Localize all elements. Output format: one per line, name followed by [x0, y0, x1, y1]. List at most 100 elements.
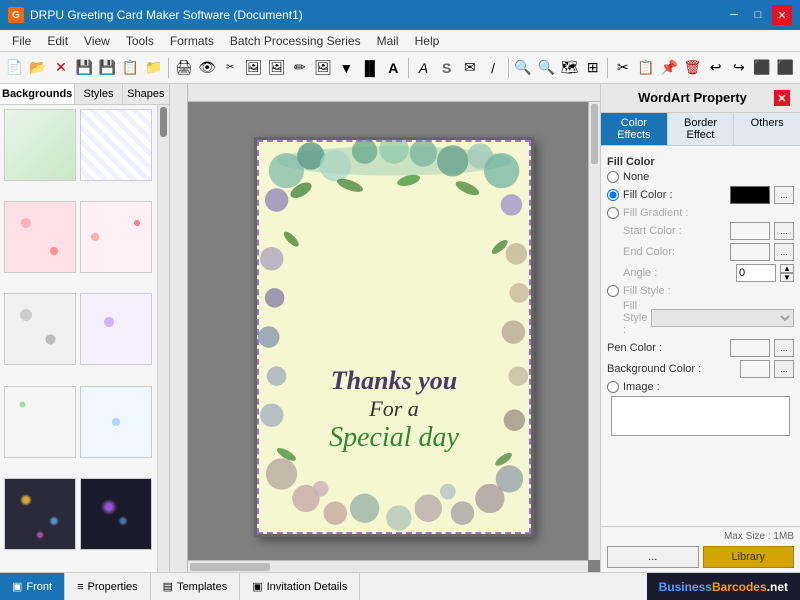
- bg-color-swatch[interactable]: [740, 360, 770, 378]
- tb-preview[interactable]: 👁: [197, 56, 218, 80]
- tb-save[interactable]: 💾: [74, 56, 95, 80]
- tab-backgrounds[interactable]: Backgrounds: [0, 84, 75, 104]
- angle-spin-up[interactable]: ▲: [780, 264, 794, 273]
- bg-color-label: Background Color :: [607, 363, 736, 375]
- tb-extra1[interactable]: ⬛: [751, 56, 772, 80]
- menu-mail[interactable]: Mail: [369, 32, 407, 50]
- tb-cut[interactable]: ✂: [220, 56, 241, 80]
- tb-pen[interactable]: ✏: [289, 56, 310, 80]
- right-panel-close-button[interactable]: ✕: [774, 90, 790, 106]
- tb-save4[interactable]: 📁: [143, 56, 164, 80]
- tb-copy[interactable]: 📋: [635, 56, 656, 80]
- status-btn-invitation[interactable]: ▣ Invitation Details: [240, 573, 360, 600]
- list-item[interactable]: [80, 109, 152, 181]
- close-button[interactable]: ✕: [772, 5, 792, 25]
- list-item[interactable]: [80, 201, 152, 273]
- tb-paste[interactable]: 📌: [659, 56, 680, 80]
- status-btn-front[interactable]: ▣ Front: [0, 573, 65, 600]
- tb-arrow[interactable]: ▼: [336, 56, 357, 80]
- image-browse-button[interactable]: ...: [607, 546, 699, 568]
- scroll-thumb-horizontal[interactable]: [190, 563, 270, 571]
- menu-batch[interactable]: Batch Processing Series: [222, 32, 369, 50]
- angle-spin-down[interactable]: ▼: [780, 273, 794, 282]
- menu-help[interactable]: Help: [407, 32, 448, 50]
- menu-view[interactable]: View: [76, 32, 118, 50]
- fill-gradient-radio[interactable]: [607, 207, 619, 219]
- tb-undo[interactable]: ↩: [705, 56, 726, 80]
- bg-color-picker-button[interactable]: ...: [774, 360, 794, 378]
- canvas-scrollbar-horizontal[interactable]: [188, 560, 588, 572]
- list-item[interactable]: [4, 386, 76, 458]
- tb-zoom2[interactable]: 🔍: [536, 56, 557, 80]
- tb-print[interactable]: 🖨: [173, 56, 194, 80]
- tb-art2[interactable]: S: [436, 56, 457, 80]
- tb-img3[interactable]: 🖼: [313, 56, 334, 80]
- title-bar: G DRPU Greeting Card Maker Software (Doc…: [0, 0, 800, 30]
- fill-color-picker-button[interactable]: ...: [774, 186, 794, 204]
- tb-save3[interactable]: 📋: [120, 56, 141, 80]
- status-btn-templates[interactable]: ▤ Templates: [151, 573, 241, 600]
- minimize-button[interactable]: ─: [724, 5, 744, 25]
- tb-img1[interactable]: 🖼: [243, 56, 264, 80]
- library-button[interactable]: Library: [703, 546, 795, 568]
- fill-color-radio[interactable]: [607, 189, 619, 201]
- list-item[interactable]: [4, 109, 76, 181]
- menu-formats[interactable]: Formats: [162, 32, 222, 50]
- tb-cut2[interactable]: ✂: [612, 56, 633, 80]
- tb-redo[interactable]: ↪: [728, 56, 749, 80]
- tb-barcode[interactable]: ▐▌: [359, 56, 381, 80]
- status-btn-properties[interactable]: ≡ Properties: [65, 573, 151, 600]
- canvas-content[interactable]: Thanks you For a Special day: [188, 102, 600, 572]
- list-item[interactable]: [80, 293, 152, 365]
- start-color-swatch[interactable]: [730, 222, 770, 240]
- canvas-scrollbar-vertical[interactable]: [588, 102, 600, 560]
- menu-edit[interactable]: Edit: [39, 32, 76, 50]
- angle-input[interactable]: [736, 264, 776, 282]
- greeting-card[interactable]: Thanks you For a Special day: [254, 137, 534, 537]
- start-color-picker-button[interactable]: ...: [774, 222, 794, 240]
- pen-color-swatch[interactable]: [730, 339, 770, 357]
- scroll-thumb-vertical[interactable]: [591, 104, 598, 164]
- rp-tab-color-effects[interactable]: Color Effects: [601, 113, 668, 145]
- fill-none-radio[interactable]: [607, 171, 619, 183]
- tb-open[interactable]: 📂: [27, 56, 48, 80]
- scrollbar-thumb[interactable]: [160, 107, 167, 137]
- menu-file[interactable]: File: [4, 32, 39, 50]
- list-item[interactable]: [4, 293, 76, 365]
- tb-img2[interactable]: 🖼: [266, 56, 287, 80]
- tb-mail[interactable]: ✉: [459, 56, 480, 80]
- tb-save2[interactable]: 💾: [97, 56, 118, 80]
- fill-color-swatch[interactable]: [730, 186, 770, 204]
- maximize-button[interactable]: □: [748, 5, 768, 25]
- image-radio[interactable]: [607, 381, 619, 393]
- list-item[interactable]: [80, 478, 152, 550]
- image-path-input[interactable]: [611, 396, 790, 436]
- invitation-icon: ▣: [252, 580, 262, 593]
- list-item[interactable]: [4, 478, 76, 550]
- tb-art1[interactable]: A: [413, 56, 434, 80]
- end-color-picker-button[interactable]: ...: [774, 243, 794, 261]
- rp-tab-border-effect[interactable]: Border Effect: [668, 113, 735, 145]
- tab-styles[interactable]: Styles: [75, 84, 122, 104]
- list-item[interactable]: [4, 201, 76, 273]
- tb-close[interactable]: ✕: [50, 56, 71, 80]
- tab-shapes[interactable]: Shapes: [123, 84, 169, 104]
- pen-color-picker-button[interactable]: ...: [774, 339, 794, 357]
- tb-line[interactable]: /: [482, 56, 503, 80]
- tb-zoom4[interactable]: ⊞: [582, 56, 603, 80]
- tb-del[interactable]: 🗑: [682, 56, 703, 80]
- rp-tab-others[interactable]: Others: [734, 113, 800, 145]
- fill-style-select[interactable]: [651, 309, 794, 327]
- tb-extra2[interactable]: ⬛: [775, 56, 796, 80]
- tb-text[interactable]: A: [383, 56, 404, 80]
- tb-zoom3[interactable]: 🗺: [559, 56, 580, 80]
- panel-scrollbar[interactable]: [157, 105, 169, 572]
- fill-style-radio[interactable]: [607, 285, 619, 297]
- menu-tools[interactable]: Tools: [118, 32, 162, 50]
- list-item[interactable]: [80, 386, 152, 458]
- tb-new[interactable]: 📄: [4, 56, 25, 80]
- ruler-horizontal: [188, 84, 600, 102]
- tb-zoom1[interactable]: 🔍: [513, 56, 534, 80]
- menu-bar: File Edit View Tools Formats Batch Proce…: [0, 30, 800, 52]
- end-color-swatch[interactable]: [730, 243, 770, 261]
